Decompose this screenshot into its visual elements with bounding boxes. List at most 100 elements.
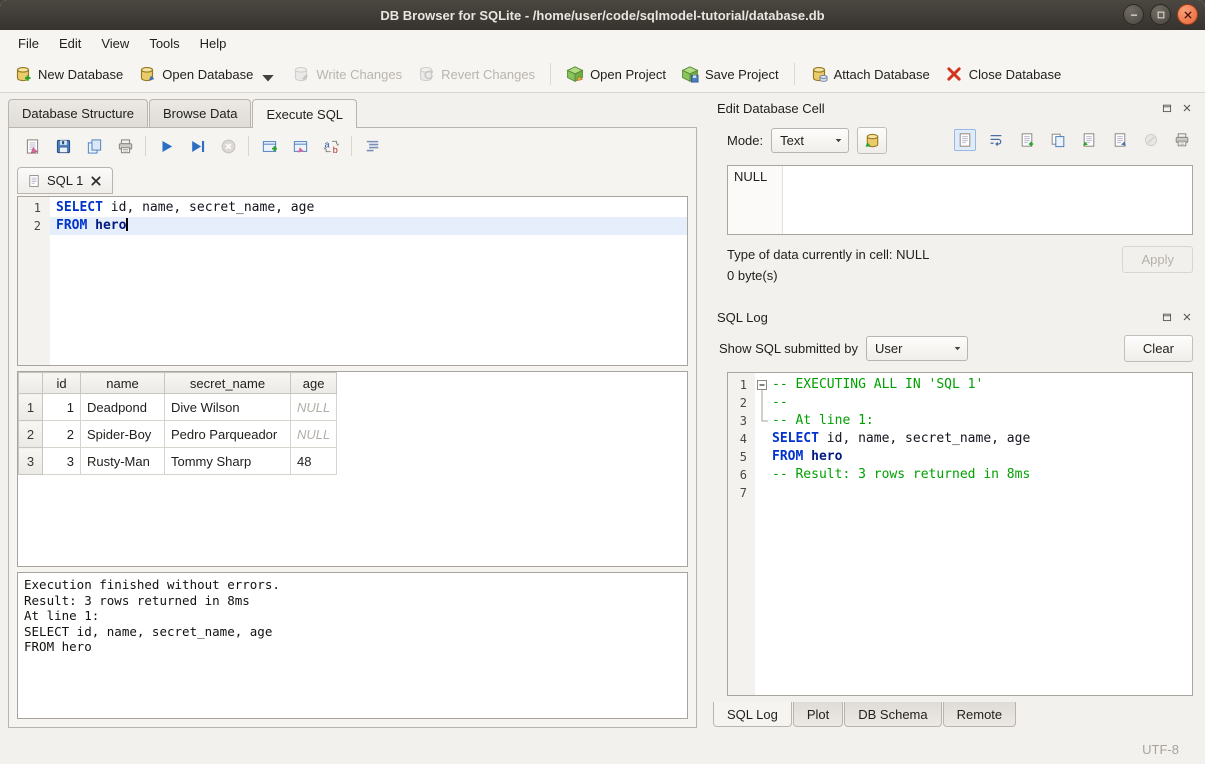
print-sql-icon[interactable] bbox=[114, 135, 136, 157]
cell-editor[interactable]: NULL bbox=[727, 165, 1193, 235]
open-in-new-tab-icon[interactable] bbox=[289, 135, 311, 157]
cell[interactable]: Tommy Sharp bbox=[165, 448, 291, 475]
execute-current-icon[interactable] bbox=[186, 135, 208, 157]
menu-file[interactable]: File bbox=[8, 30, 49, 56]
export-cell-icon[interactable] bbox=[1109, 129, 1131, 151]
clear-log-button[interactable]: Clear bbox=[1124, 335, 1193, 362]
close-window-icon[interactable] bbox=[1177, 4, 1198, 25]
open-sql-file-icon[interactable] bbox=[21, 135, 43, 157]
maximize-icon[interactable] bbox=[1150, 4, 1171, 25]
tab-database-structure[interactable]: Database Structure bbox=[8, 99, 148, 127]
print-cell-icon[interactable] bbox=[1171, 129, 1193, 151]
set-null-icon bbox=[1140, 129, 1162, 151]
svg-text:b: b bbox=[332, 145, 337, 155]
combo-arrow-icon bbox=[259, 61, 277, 87]
fold-marker-icon bbox=[755, 412, 769, 430]
row-number[interactable]: 3 bbox=[19, 448, 43, 475]
word-wrap-icon[interactable] bbox=[985, 129, 1007, 151]
new-document-icon[interactable] bbox=[1016, 129, 1038, 151]
bottom-tab-plot[interactable]: Plot bbox=[793, 702, 843, 727]
fold-column bbox=[755, 466, 769, 484]
find-replace-icon[interactable]: ab bbox=[320, 135, 342, 157]
close-panel-icon[interactable] bbox=[1179, 309, 1195, 325]
row-number[interactable]: 1 bbox=[19, 394, 43, 421]
column-header-age[interactable]: age bbox=[291, 373, 337, 394]
log-line: 5FROM hero bbox=[728, 448, 1192, 466]
new-database-button[interactable]: New Database bbox=[8, 60, 129, 88]
save-sql-file-icon[interactable] bbox=[52, 135, 74, 157]
tab-close-icon[interactable] bbox=[89, 174, 103, 188]
cell[interactable]: 3 bbox=[43, 448, 81, 475]
column-header-secret_name[interactable]: secret_name bbox=[165, 373, 291, 394]
save-project-button[interactable]: Save Project bbox=[675, 60, 785, 88]
sql-tabbar: SQL 1 bbox=[9, 164, 696, 194]
fold-marker-icon[interactable] bbox=[755, 376, 769, 394]
cell[interactable]: Spider-Boy bbox=[81, 421, 165, 448]
new-sql-tab-icon[interactable] bbox=[258, 135, 280, 157]
open-project-button[interactable]: Open Project bbox=[560, 60, 672, 88]
bottom-tabbar: SQL LogPlotDB SchemaRemote bbox=[713, 702, 1195, 734]
execution-status[interactable]: Execution finished without errors. Resul… bbox=[17, 572, 688, 719]
sql-file-icon bbox=[27, 174, 41, 188]
open-project-icon bbox=[566, 65, 584, 83]
table-row: 22Spider-BoyPedro ParqueadorNULL bbox=[19, 421, 337, 448]
attach-database-icon bbox=[810, 65, 828, 83]
cell[interactable]: NULL bbox=[291, 394, 337, 421]
log-filter-row: Show SQL submitted by User Clear bbox=[719, 332, 1193, 364]
copy-cell-icon[interactable] bbox=[1047, 129, 1069, 151]
import-data-button[interactable] bbox=[857, 127, 887, 154]
cell-type-text: Type of data currently in cell: NULL bbox=[727, 244, 1122, 265]
cell-info-row: Type of data currently in cell: NULL 0 b… bbox=[727, 244, 1193, 294]
tab-execute-sql[interactable]: Execute SQL bbox=[252, 99, 357, 128]
open-sql-tab-icon[interactable] bbox=[83, 135, 105, 157]
mode-select[interactable]: Text bbox=[771, 128, 849, 153]
cell[interactable]: Pedro Parqueador bbox=[165, 421, 291, 448]
save-project-icon bbox=[681, 65, 699, 83]
sql-tab[interactable]: SQL 1 bbox=[17, 167, 113, 194]
app-window: DB Browser for SQLite - /home/user/code/… bbox=[0, 0, 1205, 764]
sql-editor[interactable]: 1SELECT id, name, secret_name, age2FROM … bbox=[17, 196, 688, 366]
row-number[interactable]: 2 bbox=[19, 421, 43, 448]
bottom-tab-sql-log[interactable]: SQL Log bbox=[713, 702, 792, 727]
stop-execution-icon bbox=[217, 135, 239, 157]
menu-view[interactable]: View bbox=[91, 30, 139, 56]
cell[interactable]: 48 bbox=[291, 448, 337, 475]
float-panel-icon[interactable] bbox=[1159, 100, 1175, 116]
titlebar[interactable]: DB Browser for SQLite - /home/user/code/… bbox=[0, 0, 1205, 30]
cell[interactable]: Dive Wilson bbox=[165, 394, 291, 421]
float-panel-icon[interactable] bbox=[1159, 309, 1175, 325]
tab-browse-data[interactable]: Browse Data bbox=[149, 99, 251, 127]
log-line: 2-- bbox=[728, 394, 1192, 412]
menu-edit[interactable]: Edit bbox=[49, 30, 91, 56]
close-panel-icon[interactable] bbox=[1179, 100, 1195, 116]
sql-log-editor[interactable]: 1-- EXECUTING ALL IN 'SQL 1'2--3-- At li… bbox=[727, 372, 1193, 696]
cell[interactable]: 2 bbox=[43, 421, 81, 448]
new-database-icon bbox=[14, 65, 32, 83]
close-database-button[interactable]: Close Database bbox=[939, 60, 1068, 88]
chevron-down-icon bbox=[834, 136, 843, 145]
log-filter-select[interactable]: User bbox=[866, 336, 968, 361]
format-sql-icon[interactable] bbox=[361, 135, 383, 157]
execute-all-icon[interactable] bbox=[155, 135, 177, 157]
fold-marker-icon bbox=[755, 394, 769, 412]
open-database-button[interactable]: Open Database bbox=[132, 56, 283, 92]
cell[interactable]: 1 bbox=[43, 394, 81, 421]
editor-line: 2FROM hero bbox=[18, 217, 687, 235]
column-header-name[interactable]: name bbox=[81, 373, 165, 394]
cell[interactable]: Deadpond bbox=[81, 394, 165, 421]
window-controls bbox=[1123, 4, 1198, 25]
line-number: 2 bbox=[728, 394, 755, 412]
menu-help[interactable]: Help bbox=[190, 30, 237, 56]
minimize-icon[interactable] bbox=[1123, 4, 1144, 25]
attach-database-button[interactable]: Attach Database bbox=[804, 60, 936, 88]
fold-column bbox=[755, 448, 769, 466]
corner-header[interactable] bbox=[19, 373, 43, 394]
text-document-icon[interactable] bbox=[954, 129, 976, 151]
cell[interactable]: NULL bbox=[291, 421, 337, 448]
bottom-tab-db-schema[interactable]: DB Schema bbox=[844, 702, 941, 727]
cell[interactable]: Rusty-Man bbox=[81, 448, 165, 475]
import-cell-icon[interactable] bbox=[1078, 129, 1100, 151]
menu-tools[interactable]: Tools bbox=[139, 30, 189, 56]
bottom-tab-remote[interactable]: Remote bbox=[943, 702, 1017, 727]
column-header-id[interactable]: id bbox=[43, 373, 81, 394]
